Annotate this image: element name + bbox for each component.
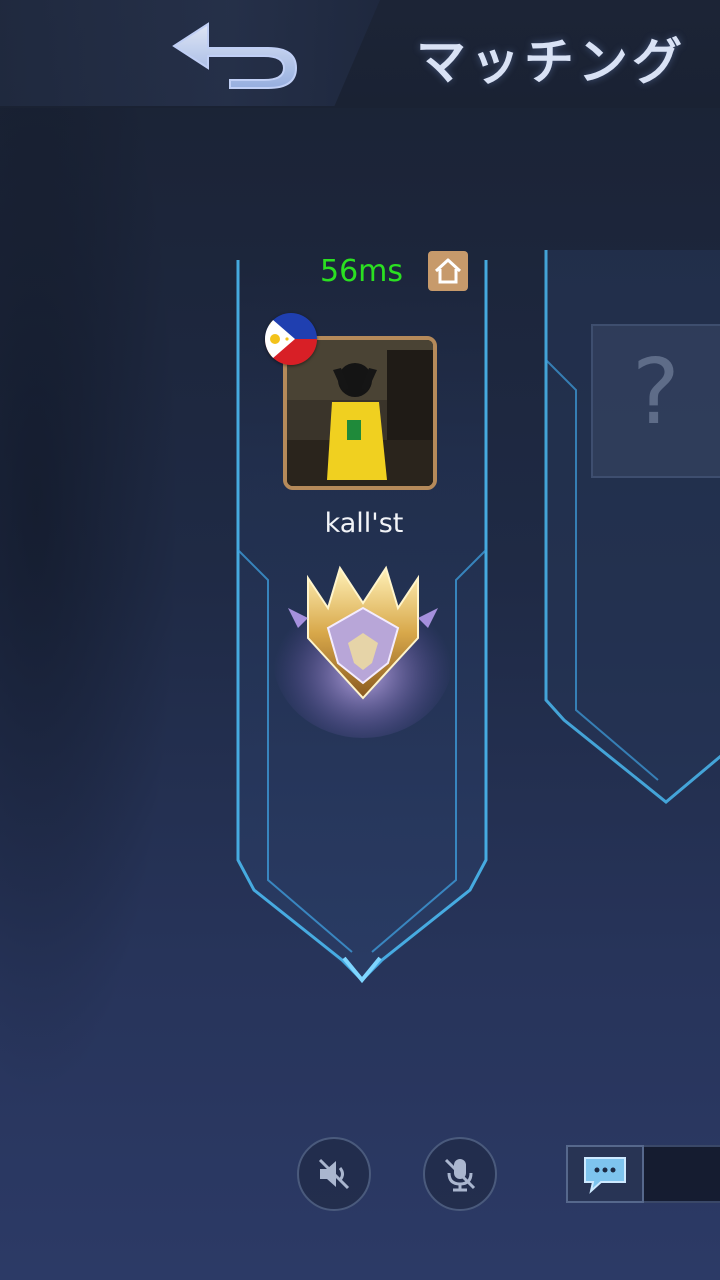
mic-muted-icon bbox=[444, 1158, 476, 1192]
ping-indicator: 56ms bbox=[320, 254, 404, 289]
home-button[interactable] bbox=[428, 251, 468, 291]
question-mark-icon: ? bbox=[632, 340, 680, 445]
avatar-photo bbox=[287, 340, 433, 486]
mute-mic-button[interactable] bbox=[423, 1137, 497, 1211]
mythic-rank-badge-icon bbox=[268, 548, 458, 748]
top-bar: マッチング bbox=[0, 0, 720, 108]
philippines-flag-icon bbox=[265, 313, 317, 365]
mute-speaker-button[interactable] bbox=[297, 1137, 371, 1211]
back-arrow-icon bbox=[172, 22, 298, 89]
chat-button[interactable] bbox=[566, 1145, 644, 1203]
empty-slot-panel: ? bbox=[540, 240, 720, 810]
page-title: マッチング bbox=[416, 32, 686, 91]
chat-bubble-icon bbox=[584, 1157, 626, 1194]
player-name: kall'st bbox=[324, 508, 404, 539]
chat-input-bar[interactable] bbox=[644, 1145, 720, 1203]
back-button[interactable] bbox=[160, 10, 310, 96]
speaker-muted-icon bbox=[318, 1158, 350, 1190]
empty-slot-frame bbox=[544, 250, 720, 804]
background-shadow bbox=[0, 108, 180, 1108]
home-icon bbox=[434, 258, 462, 284]
